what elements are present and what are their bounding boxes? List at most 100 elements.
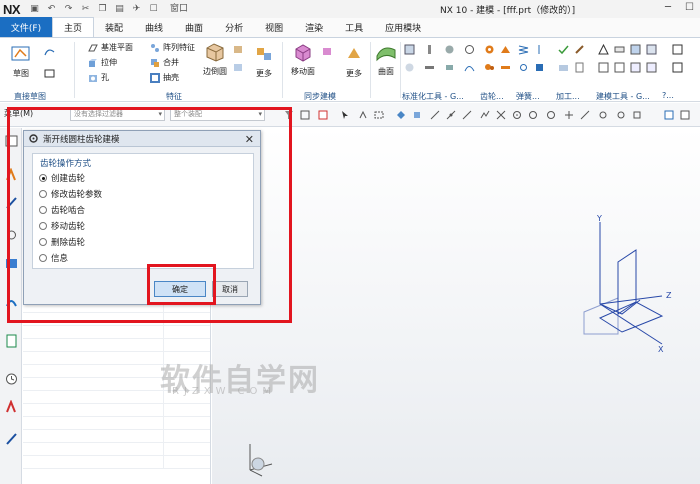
tab-home[interactable]: 主页 [52,17,95,37]
datum-csys[interactable]: Y Z X [582,214,682,354]
paste-icon[interactable]: ▤ [113,3,126,15]
rectangle-icon[interactable] [44,68,55,79]
standard-part-icon[interactable] [404,44,415,55]
snap-existing-point-icon[interactable] [564,110,574,120]
touch-mode-icon[interactable]: ☐ [147,3,160,15]
clock-icon[interactable] [5,372,18,386]
snap-center-icon[interactable] [512,110,522,120]
repeat-command-icon[interactable]: ✈ [130,3,143,15]
extrude-button[interactable]: 拉伸 [88,57,117,68]
tension-spring-icon[interactable] [518,62,529,73]
history-icon[interactable] [5,334,18,348]
more-feature-button[interactable]: 更多 [252,44,276,79]
machining-tool-icon[interactable] [574,44,585,55]
washer-icon[interactable] [404,62,415,73]
pin-icon[interactable] [424,62,435,73]
chamfer-icon[interactable] [233,44,244,55]
export-tool-icon[interactable] [646,62,657,73]
view-orient-icon[interactable] [680,110,690,120]
snap-bounded-icon[interactable] [632,110,642,120]
move-face-button[interactable]: 移动面 [288,42,318,77]
worm-gear-icon[interactable] [500,62,511,73]
machining-feature-icon[interactable] [558,62,569,73]
layer-tool-icon[interactable] [646,44,657,55]
tab-tools[interactable]: 工具 [334,18,374,37]
maximize-icon[interactable]: ☐ [685,2,694,13]
system-materials-icon[interactable] [5,400,18,414]
minimize-icon[interactable]: ─ [665,2,671,13]
list-item[interactable] [23,430,210,443]
shell-button[interactable]: 抽壳 [150,72,179,83]
trim-body-icon[interactable] [233,62,244,73]
snap-pole-icon[interactable] [616,110,626,120]
datum-plane-button[interactable]: 基准平面 [88,42,133,53]
compression-spring-icon[interactable] [534,44,545,55]
spline-icon[interactable] [464,62,475,73]
gear-mesh-icon[interactable] [484,62,495,73]
section-tool-icon[interactable] [630,44,641,55]
table-tool-icon[interactable] [630,62,641,73]
tab-application[interactable]: 应用模块 [374,18,432,37]
tab-assembly[interactable]: 装配 [94,18,134,37]
list-item[interactable] [23,326,210,339]
snap-intersection-icon[interactable] [496,110,506,120]
square-tool-icon[interactable] [672,44,683,55]
key-icon[interactable] [444,62,455,73]
tab-view[interactable]: 视图 [254,18,294,37]
array-feature-button[interactable]: 阵列特征 [150,42,195,53]
tab-render[interactable]: 渲染 [294,18,334,37]
list-item[interactable] [23,417,210,430]
redo-icon[interactable]: ↷ [62,3,75,15]
measure-tool-icon[interactable] [614,44,625,55]
window-menu[interactable]: 窗口 [164,3,194,15]
nut-icon[interactable] [444,44,455,55]
cylindrical-gear-icon[interactable] [484,44,495,55]
hole-button[interactable]: 孔 [88,72,109,83]
undo-icon[interactable]: ↶ [45,3,58,15]
sketch-button[interactable]: 草图 [8,44,34,79]
snap-tangent-icon[interactable] [480,110,490,120]
rectangle-select-icon[interactable] [374,110,384,120]
list-item[interactable] [23,456,210,469]
machining-check-icon[interactable] [558,44,569,55]
snap-on-curve-icon[interactable] [580,110,590,120]
edge-blend-button[interactable]: 边倒圆 [200,42,230,77]
roles-icon[interactable] [5,432,18,446]
snap-arc-icon[interactable] [546,110,556,120]
bearing-icon[interactable] [464,44,475,55]
bevel-gear-icon[interactable] [500,44,511,55]
snap-quadrant-icon[interactable] [528,110,538,120]
snap-point-icon[interactable] [318,110,328,120]
image-tool-icon[interactable] [598,62,609,73]
cube-view-icon[interactable] [412,110,422,120]
tab-analysis[interactable]: 分析 [214,18,254,37]
tab-surface[interactable]: 曲面 [174,18,214,37]
work-layer-icon[interactable] [664,110,674,120]
bolt-icon[interactable] [424,44,435,55]
grid-tool-icon[interactable] [672,62,683,73]
tab-curve[interactable]: 曲线 [134,18,174,37]
list-item[interactable] [23,339,210,352]
cut-icon[interactable]: ✂ [79,3,92,15]
lasso-icon[interactable] [358,110,368,120]
show-hide-icon[interactable] [396,110,406,120]
more-sync-button[interactable]: 更多 [342,44,366,79]
surface-button[interactable]: 曲面 [374,42,398,77]
triangle-tool-icon[interactable] [598,44,609,55]
copy-icon[interactable]: ❐ [96,3,109,15]
save-icon[interactable]: ▣ [28,3,41,15]
delete-face-icon[interactable] [322,46,333,57]
curve-icon[interactable] [44,46,55,57]
list-item[interactable] [23,443,210,456]
cursor-icon[interactable] [340,110,350,120]
text-tool-icon[interactable] [614,62,625,73]
select-all-icon[interactable] [300,110,310,120]
spring-icon[interactable] [518,44,529,55]
snap-on-surface-icon[interactable] [598,110,608,120]
snap-line-icon[interactable] [462,110,472,120]
disk-spring-icon[interactable] [534,62,545,73]
unite-button[interactable]: 合并 [150,57,179,68]
file-menu[interactable]: 文件(F) [0,17,52,37]
machining-report-icon[interactable] [574,62,585,73]
list-item[interactable] [23,404,210,417]
